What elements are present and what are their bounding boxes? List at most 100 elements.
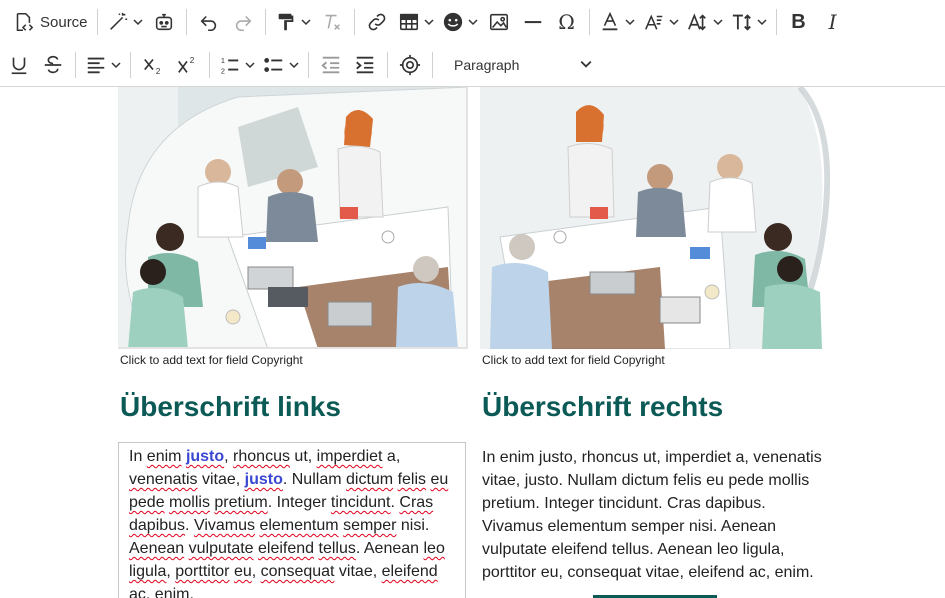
text-run: a, [382,448,401,465]
misspelled-word: eleifend [258,540,315,557]
chevron-down-icon [297,17,311,27]
toolbar-separator [75,52,76,78]
misspelled-word: eu [430,471,449,488]
toolbar-separator [775,9,777,35]
toolbar-separator [130,52,131,78]
toolbar-row-2: 2 2 12 Paragraph [0,43,596,87]
misspelled-word: dictum [345,471,394,488]
misspelled-word: imperdiet [316,448,383,465]
clear-format-button[interactable] [315,5,349,39]
redo-button[interactable] [226,5,260,39]
meeting-photo-left [118,87,466,347]
misspelled-word: porttitor [175,563,230,580]
bold-icon: B [791,11,806,33]
chevron-down-icon [464,17,478,27]
chevron-down-icon [580,57,592,73]
misspelled-word: vulputate [188,540,254,557]
misspelled-word: eu [233,563,252,580]
misspelled-word: Cras [399,494,434,511]
right-column: Click to add text for field Copyright Üb… [480,87,830,584]
source-icon [12,11,34,33]
subscript-button[interactable]: 2 [136,48,170,82]
text-case-button[interactable] [683,5,727,39]
text-run: . Aenean [355,540,424,557]
undo-icon [198,11,220,33]
text-run: . Nullam [282,471,346,488]
outdent-button[interactable] [314,48,348,82]
subscript-icon: 2 [142,54,164,76]
toolbar-separator [209,52,210,78]
paint-format-icon [275,11,297,33]
strikethrough-icon [42,54,64,76]
numbered-list-icon: 12 [219,54,241,76]
horizontal-line-button[interactable] [516,5,550,39]
special-characters-button[interactable]: Ω [550,5,584,39]
link-word[interactable]: justo [186,448,224,465]
toolbar-separator [264,9,266,35]
toolbar-separator [185,9,187,35]
chevron-down-icon [709,17,723,27]
misspelled-word: eleifend [381,563,438,580]
underline-button[interactable] [2,48,36,82]
meeting-photo-right [480,87,830,349]
superscript-button[interactable]: 2 [170,48,204,82]
special-characters-icon: Ω [558,10,575,34]
misspelled-word: Vivamus [193,517,255,534]
line-height-button[interactable] [727,5,771,39]
source-button[interactable]: Source [8,5,92,39]
misspelled-word: pede [129,494,165,511]
text-run: , [224,448,234,465]
misspelled-word: mollis [169,494,210,511]
paint-format-button[interactable] [271,5,315,39]
text-run: In [129,448,147,465]
left-photo[interactable] [118,87,468,349]
text-case-icon [687,11,709,33]
left-heading[interactable]: Überschrift links [118,390,468,424]
svg-text:2: 2 [190,56,195,65]
right-photo[interactable] [480,87,830,349]
bold-button[interactable]: B [782,5,816,39]
misspelled-word: consequat [260,563,335,580]
toolbar-separator [353,9,355,35]
font-size-button[interactable] [639,5,683,39]
font-color-button[interactable] [595,5,639,39]
ai-assistant-button[interactable] [147,5,181,39]
accessibility-button[interactable] [393,48,427,82]
emoji-button[interactable] [438,5,482,39]
editor-toolbar: Source Ω B I 2 2 1 2 Paragraph [0,0,945,87]
strikethrough-button[interactable] [36,48,70,82]
table-button[interactable] [394,5,438,39]
left-column: Click to add text for field Copyright Üb… [118,87,468,598]
align-button[interactable] [81,48,125,82]
misspelled-word: enim [146,448,182,465]
paragraph-select-value: Paragraph [454,57,520,73]
accessibility-icon [399,54,421,76]
svg-text:2: 2 [156,67,161,76]
numbered-list-button[interactable]: 12 [215,48,259,82]
toolbar-row-1: Source Ω B I [0,0,850,44]
svg-text:1: 1 [221,56,225,65]
italic-button[interactable]: I [816,5,850,39]
right-heading[interactable]: Überschrift rechts [480,390,830,424]
undo-button[interactable] [192,5,226,39]
link-icon [366,11,388,33]
clear-format-icon [321,11,343,33]
bulleted-list-icon [263,54,285,76]
bulleted-list-button[interactable] [259,48,303,82]
link-button[interactable] [360,5,394,39]
image-button[interactable] [482,5,516,39]
image-copyright-caption[interactable]: Click to add text for field Copyright [118,352,468,368]
indent-icon [354,54,376,76]
left-body-paragraph[interactable]: In enim justo, rhoncus ut, imperdiet a, … [118,442,466,598]
source-label: Source [40,13,88,31]
indent-button[interactable] [348,48,382,82]
chevron-down-icon [241,60,255,70]
image-copyright-caption[interactable]: Click to add text for field Copyright [480,352,830,368]
magic-wand-button[interactable] [103,5,147,39]
text-run: . [185,517,194,534]
right-body-paragraph[interactable]: In enim justo, rhoncus ut, imperdiet a, … [480,446,830,584]
paragraph-select[interactable]: Paragraph [446,50,596,80]
link-word[interactable]: justo [245,471,283,488]
editor-content[interactable]: Click to add text for field Copyright Üb… [0,87,945,598]
misspelled-word: elementum [259,517,339,534]
